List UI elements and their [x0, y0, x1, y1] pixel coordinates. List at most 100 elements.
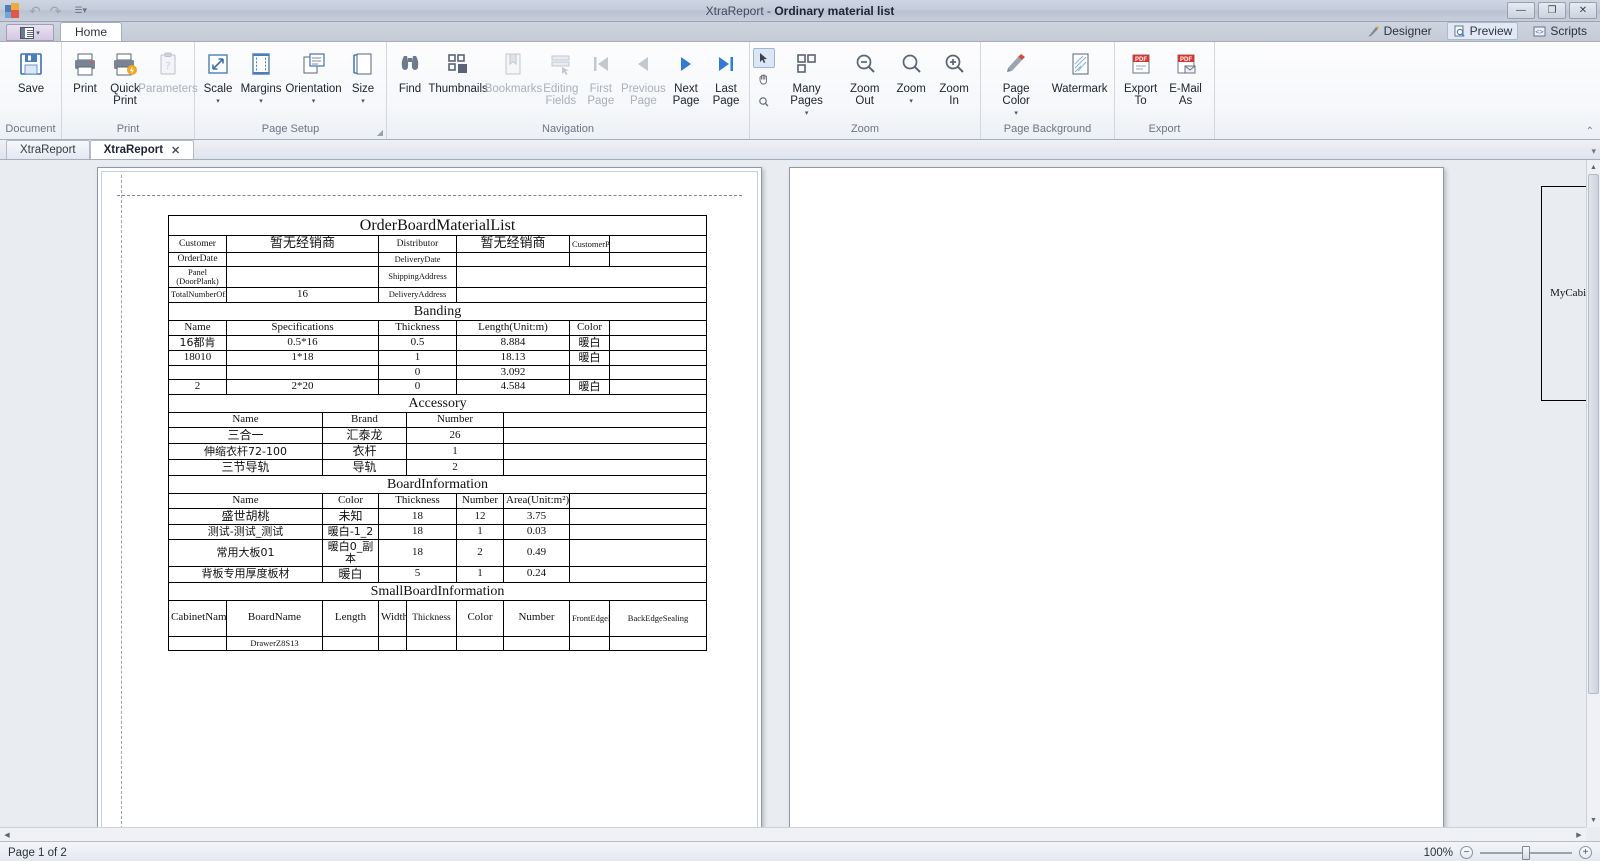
doctabs-scroll-down-icon[interactable]: ▾ [1591, 146, 1596, 157]
ribbon-group-document: Save Document [0, 42, 62, 139]
zoom-slider[interactable] [1480, 845, 1572, 860]
scroll-left-icon[interactable]: ◀ [0, 828, 14, 841]
save-button[interactable]: Save [3, 46, 59, 95]
find-button[interactable]: Find [390, 46, 430, 95]
hand-tool-icon [759, 74, 767, 85]
ribbon-group-export: PDF Export To PDF E-Mail As Export [1115, 42, 1215, 139]
export-to-button[interactable]: PDF Export To [1118, 46, 1163, 107]
size-button[interactable]: Size ▾ [343, 46, 383, 108]
close-button[interactable]: ✕ [1569, 2, 1597, 19]
email-as-button[interactable]: PDF E-Mail As [1163, 46, 1208, 107]
accessory-cell: 衣杆 [322, 443, 407, 461]
next-page-button[interactable]: Next Page [666, 46, 706, 107]
report-page-2[interactable]: MyCabinet1 MidPlate 882 500 18 未知 1 1 1 … [789, 167, 1600, 835]
banding-col-color: Color [569, 319, 610, 336]
banding-cell [608, 364, 708, 381]
undo-icon[interactable]: ↶ [29, 3, 41, 19]
doctab-xtrareport-2[interactable]: XtraReport ✕ [89, 140, 195, 159]
quick-print-label: Quick Print [110, 83, 140, 107]
scroll-up-icon[interactable]: ▲ [1587, 160, 1600, 174]
table-row: 三合一 汇泰龙 26 [168, 427, 708, 445]
collapse-ribbon-icon[interactable]: ⌃ [1586, 126, 1594, 137]
preview-workspace[interactable]: OrderBoardMaterialList Customer 暂无经销商 Di… [0, 160, 1600, 841]
chevron-down-icon[interactable]: ▾ [216, 96, 220, 108]
quick-print-button[interactable]: Quick Print [105, 46, 145, 107]
boardinfo-cell [568, 524, 708, 540]
many-pages-button[interactable]: Many Pages ▾ [775, 46, 838, 120]
banding-cell: 暖白 [569, 334, 610, 351]
first-page-button: First Page [581, 46, 621, 107]
table-row: 16都肯 0.5*16 0.5 8.884 暖白 [168, 334, 708, 351]
zoom-out-button[interactable]: Zoom Out [838, 46, 891, 107]
banding-cell: 暖白 [569, 379, 610, 396]
boardinfo-cell [568, 538, 708, 567]
page-color-button[interactable]: Page Color ▾ [984, 46, 1048, 120]
zoom-out-button[interactable]: − [1460, 846, 1473, 859]
chevron-down-icon[interactable]: ▾ [909, 96, 913, 108]
view-mode-preview[interactable]: Preview [1446, 22, 1519, 40]
zoom-in-button[interactable]: Zoom In [931, 46, 977, 107]
chevron-down-icon[interactable]: ▾ [1014, 108, 1018, 120]
spacer-cell [608, 252, 708, 267]
size-icon [349, 48, 377, 80]
maximize-button[interactable]: ❐ [1538, 2, 1566, 19]
doctab-xtrareport-1[interactable]: XtraReport [6, 140, 90, 159]
close-icon[interactable]: ✕ [171, 144, 180, 157]
hand-tool-button[interactable] [753, 70, 775, 90]
svg-text:?: ? [166, 60, 171, 72]
table-header-row: Name Specifications Thickness Length(Uni… [168, 319, 708, 336]
scripts-icon: <> [1533, 26, 1546, 36]
boardinfo-col-number: Number [456, 493, 504, 510]
vertical-scroll-thumb[interactable] [1588, 174, 1599, 694]
app-menu-icon[interactable] [5, 3, 20, 18]
magnifier-tool-button[interactable] [753, 92, 775, 112]
last-page-button[interactable]: Last Page [706, 46, 746, 107]
horizontal-scrollbar[interactable]: ◀ ▶ [0, 827, 1586, 841]
pointer-tool-button[interactable] [753, 48, 775, 68]
tab-home[interactable]: Home [60, 22, 123, 41]
scale-button[interactable]: Scale ▾ [198, 46, 238, 108]
report-page-1[interactable]: OrderBoardMaterialList Customer 暂无经销商 Di… [97, 167, 762, 835]
customerphone-label: CustomerPhone [569, 235, 610, 254]
deliverydate-value [456, 252, 570, 267]
orientation-button[interactable]: Orientation ▾ [284, 46, 343, 108]
zoom-controls: 100% − + [1423, 845, 1592, 860]
banding-cell: 0.5 [378, 334, 457, 351]
thumbnails-button[interactable]: Thumbnails [428, 46, 488, 95]
banding-cell: 0 [378, 379, 457, 396]
chevron-down-icon[interactable]: ▾ [259, 96, 263, 108]
accessory-col-name: Name [168, 412, 323, 429]
smallboard-col-frontedgebanding: FrontEdgeBanding [569, 599, 610, 637]
zoom-slider-knob[interactable] [1522, 845, 1530, 860]
scroll-down-icon[interactable]: ▼ [1587, 813, 1600, 827]
application-menu-button[interactable]: ▾ [6, 24, 54, 41]
chevron-down-icon[interactable]: ▾ [312, 96, 316, 108]
redo-icon[interactable]: ↷ [50, 3, 62, 19]
view-mode-scripts[interactable]: <> Scripts [1528, 23, 1592, 39]
view-mode-designer[interactable]: Designer [1362, 23, 1437, 39]
margins-button[interactable]: Margins ▾ [238, 46, 284, 108]
zoom-in-button[interactable]: + [1579, 846, 1592, 859]
first-page-icon [587, 48, 615, 80]
print-button[interactable]: Print [65, 46, 105, 95]
zoom-button[interactable]: Zoom ▾ [891, 46, 931, 108]
ribbon-tabstrip: ▾ Home [0, 22, 1600, 42]
chevron-down-icon[interactable]: ▾ [361, 96, 365, 108]
zoom-level-label: 100% [1423, 846, 1453, 859]
zoom-out-icon [851, 48, 879, 80]
ribbon-filler: ⌃ [1215, 42, 1600, 139]
boardinfo-cell: 0.03 [503, 524, 570, 540]
margin-guide-horizontal [117, 195, 742, 196]
minimize-button[interactable]: — [1507, 2, 1535, 19]
customize-quick-access-icon[interactable]: ☰▾ [74, 5, 87, 16]
table-row: 背板专用厚度板材 暖白 5 1 0.24 [168, 565, 708, 583]
magnifier-tool-icon [759, 97, 769, 107]
boardinfo-cell: 暖白 [322, 565, 379, 583]
chevron-down-icon[interactable]: ▾ [805, 108, 809, 120]
view-mode-switcher: Designer Preview <> Scripts [1362, 21, 1600, 41]
page-setup-dialog-launcher-icon[interactable]: ◢ [377, 128, 383, 137]
vertical-scrollbar[interactable]: ▲ ▼ [1586, 160, 1600, 827]
watermark-button[interactable]: Watermark [1048, 46, 1111, 95]
scroll-right-icon[interactable]: ▶ [1572, 828, 1586, 841]
accessory-cell [502, 427, 708, 445]
